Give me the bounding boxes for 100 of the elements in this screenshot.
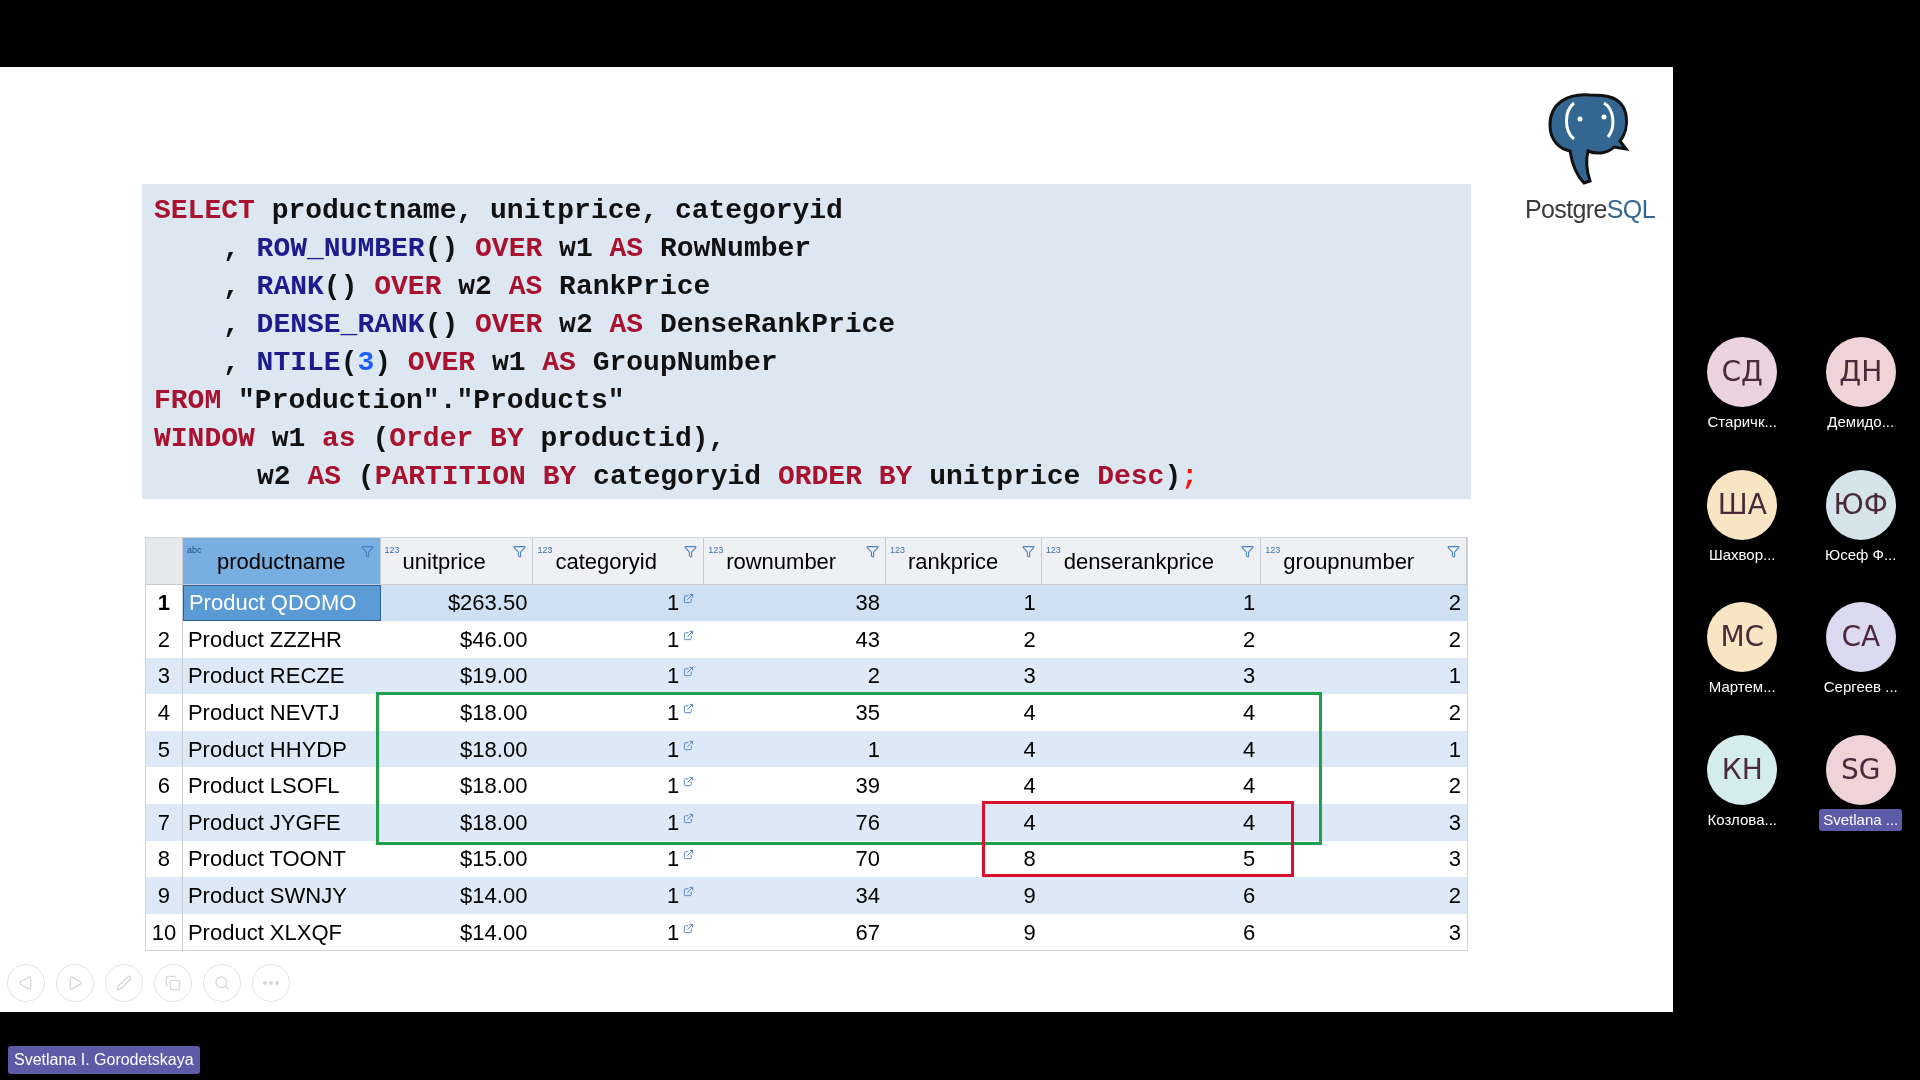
- table-cell-text: 70: [854, 845, 881, 874]
- filter-sort-icon[interactable]: [1447, 544, 1460, 558]
- filter-sort-icon[interactable]: [1021, 544, 1035, 558]
- search-icon: [214, 975, 230, 992]
- row-number: 4: [146, 694, 183, 731]
- table-cell-text: $14.00: [459, 882, 529, 911]
- table-cell-text: 67: [854, 918, 881, 947]
- link-icon[interactable]: [683, 922, 695, 934]
- table-cell-text: Product XLXQF: [186, 918, 343, 947]
- avatar[interactable]: SG: [1825, 734, 1896, 805]
- table-cell-text: 9: [1022, 882, 1037, 911]
- table-cell-text: $263.50: [446, 589, 529, 618]
- table-row[interactable]: 9 Product SWNJY $14.00 1 34 9 6 2: [146, 877, 1467, 914]
- table-cell-text: $18.00: [459, 735, 529, 764]
- column-header[interactable]: abc productname: [182, 537, 381, 584]
- row-number: 10: [146, 913, 183, 951]
- participant-name: Демидо...: [1826, 412, 1896, 432]
- participant-name: Козлова...: [1706, 809, 1778, 830]
- table-cell-text: 2: [1242, 625, 1257, 654]
- table-cell-text: 2: [866, 662, 881, 691]
- next-icon: [67, 975, 83, 992]
- link-icon[interactable]: [683, 776, 695, 788]
- table-cell-text: $46.00: [459, 625, 529, 654]
- link-icon[interactable]: [683, 739, 695, 751]
- table-cell: 1: [533, 584, 705, 622]
- table-row[interactable]: 1 Product QDOMO $263.50 1 38 1 1 2: [146, 584, 1467, 622]
- link-icon[interactable]: [683, 849, 695, 861]
- table-cell-text: 1: [1242, 589, 1257, 618]
- table-cell-text: 4: [1242, 735, 1257, 764]
- table-cell-text: 5: [1242, 845, 1257, 874]
- table-cell-text: $14.00: [459, 918, 529, 947]
- table-cell: 1: [533, 621, 705, 658]
- row-number: 7: [146, 804, 183, 841]
- table-cell-text: 38: [854, 589, 881, 618]
- table-cell-text: 9: [1022, 918, 1037, 947]
- table-row[interactable]: 7 Product JYGFE $18.00 1 76 4 4 3: [146, 804, 1467, 841]
- avatar[interactable]: ЮФ: [1825, 469, 1896, 540]
- table-cell-text: 4: [1242, 772, 1257, 801]
- table-cell-text: $18.00: [459, 772, 529, 801]
- participant-name: Шахвор...: [1707, 544, 1777, 565]
- table-cell-text: 76: [854, 808, 881, 837]
- table-cell-text: 8: [1022, 845, 1037, 874]
- filter-sort-icon[interactable]: [360, 544, 374, 558]
- table-cell: 1: [533, 877, 705, 914]
- table-cell-text: Product HHYDP: [186, 735, 348, 764]
- filter-sort-icon[interactable]: [1241, 544, 1255, 558]
- table-cell-text: $19.00: [459, 662, 529, 691]
- table-cell-text: Product NEVTJ: [186, 699, 341, 728]
- slides-icon: [165, 975, 181, 992]
- table-cell-text: 3: [1022, 662, 1037, 691]
- link-icon[interactable]: [683, 629, 695, 641]
- avatar[interactable]: ДН: [1825, 337, 1896, 407]
- table-cell: Product QDOMO: [182, 584, 381, 622]
- avatar[interactable]: СА: [1825, 602, 1896, 672]
- filter-sort-icon[interactable]: [684, 544, 698, 558]
- presenter-name: Svetlana I. Gorodetskaya: [8, 1046, 200, 1074]
- link-icon[interactable]: [683, 886, 695, 898]
- table-cell-text: 1: [1447, 735, 1462, 764]
- avatar[interactable]: СД: [1707, 337, 1778, 407]
- row-number: 2: [146, 621, 183, 658]
- avatar[interactable]: КН: [1707, 734, 1778, 805]
- table-cell-text: 4: [1022, 808, 1037, 837]
- table-cell: 1: [533, 730, 705, 768]
- table-row[interactable]: 5 Product HHYDP $18.00 1 1 4 4 1: [146, 730, 1467, 768]
- table-cell: 1: [533, 913, 705, 951]
- code-line: SELECT productname, unitprice, categoryid: [154, 193, 844, 228]
- filter-sort-icon[interactable]: [513, 544, 527, 558]
- table-cell-text: 3: [1447, 918, 1462, 947]
- table-cell-text: Product TOONT: [186, 845, 348, 874]
- table-cell: 1: [533, 840, 705, 878]
- link-icon[interactable]: [683, 703, 695, 715]
- table-cell-text: 3: [1242, 662, 1257, 691]
- table-cell-text: 34: [854, 882, 881, 911]
- table-cell-text: Product SWNJY: [186, 882, 348, 911]
- table-cell-text: 1: [1022, 589, 1037, 618]
- link-icon[interactable]: [683, 593, 695, 605]
- code-line: WINDOW w1 as (Order BY productid),: [154, 421, 727, 456]
- participant-name: Юсеф Ф...: [1824, 544, 1898, 565]
- filter-sort-icon[interactable]: [865, 544, 879, 558]
- avatar[interactable]: ША: [1707, 469, 1778, 540]
- link-icon[interactable]: [683, 812, 695, 824]
- avatar[interactable]: МС: [1707, 602, 1778, 672]
- table-cell: 1: [533, 694, 705, 731]
- table-cell-text: 35: [854, 699, 881, 728]
- logo-text: PostgreSQL: [1525, 194, 1655, 225]
- code-line: FROM "Production"."Products": [154, 383, 626, 418]
- table-cell-text: $15.00: [459, 845, 529, 874]
- participant-name: Мартем...: [1707, 677, 1777, 697]
- code-line: , RANK() OVER w2 AS RankPrice: [222, 269, 712, 304]
- table-cell-text: 2: [1447, 772, 1462, 801]
- more-icon: [263, 981, 279, 986]
- table-row[interactable]: 3 Product RECZE $19.00 1 2 3 3 1: [146, 657, 1467, 695]
- code-line: , NTILE(3) OVER w1 AS GroupNumber: [222, 345, 779, 380]
- row-number: 1: [146, 584, 183, 622]
- table-cell-text: 2: [1447, 625, 1462, 654]
- table-cell: 1: [533, 804, 705, 841]
- table-cell-text: Product JYGFE: [186, 808, 342, 837]
- table-cell-text: 6: [1242, 918, 1257, 947]
- table-cell-text: 3: [1447, 845, 1462, 874]
- link-icon[interactable]: [683, 666, 695, 678]
